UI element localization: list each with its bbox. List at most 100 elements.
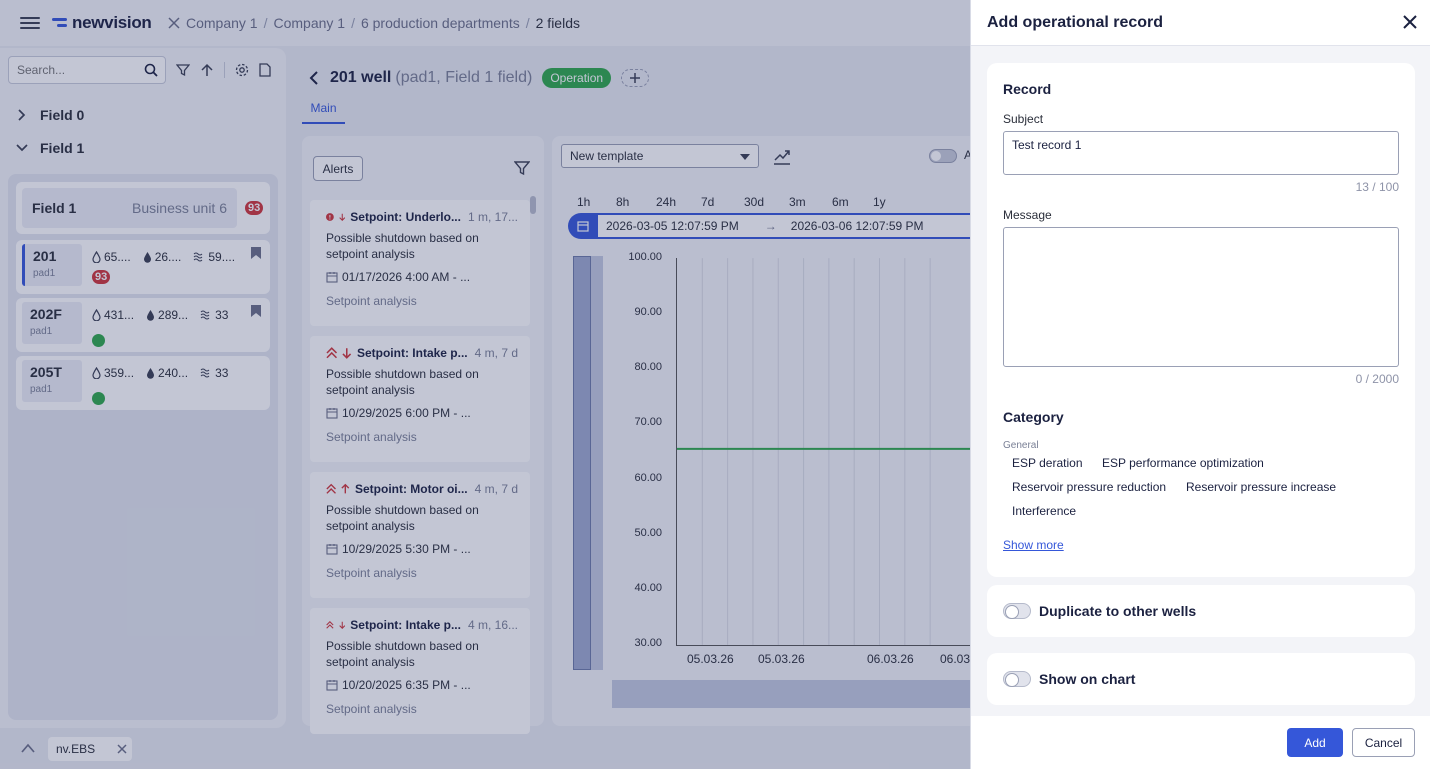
settings-icon[interactable] bbox=[235, 63, 249, 77]
y-tick-label: 90.00 bbox=[634, 306, 662, 319]
alert-card[interactable]: Setpoint: Intake p... 4 m, 7 d Possible … bbox=[310, 336, 530, 462]
message-textarea[interactable] bbox=[1003, 227, 1399, 367]
period-30d[interactable]: 30d bbox=[744, 195, 789, 209]
business-unit-label: Business unit 6 bbox=[132, 200, 227, 216]
breadcrumb-item[interactable]: 6 production departments bbox=[361, 15, 520, 31]
drop-filled-icon bbox=[143, 252, 151, 263]
tree-item-field-0[interactable]: Field 0 bbox=[14, 107, 84, 123]
cancel-button[interactable]: Cancel bbox=[1352, 728, 1415, 757]
y-tick-label: 40.00 bbox=[634, 581, 662, 594]
alert-card[interactable]: Setpoint: Underlo... 1 m, 17... Possible… bbox=[310, 200, 530, 326]
period-6m[interactable]: 6m bbox=[832, 195, 873, 209]
status-dot bbox=[92, 392, 105, 405]
close-icon[interactable] bbox=[168, 17, 180, 29]
field-header: Field 1 Business unit 6 bbox=[22, 188, 237, 228]
metric-liquid: 431... bbox=[104, 308, 135, 322]
category-chip[interactable]: ESP performance optimization bbox=[1102, 456, 1264, 470]
close-icon[interactable] bbox=[1403, 15, 1417, 29]
breadcrumb-item[interactable]: Company 1 bbox=[186, 15, 258, 31]
subject-input[interactable]: Test record 1 bbox=[1003, 131, 1399, 175]
show-on-chart-toggle[interactable] bbox=[1003, 671, 1031, 687]
well-card[interactable]: 201 pad1 65.... 26.... 59.... 93 bbox=[16, 240, 270, 294]
bookmark-icon[interactable] bbox=[250, 304, 262, 318]
subject-label: Subject bbox=[1003, 112, 1044, 126]
document-icon[interactable] bbox=[259, 63, 271, 77]
alert-time: 4 m, 7 d bbox=[474, 346, 518, 360]
tab-main[interactable]: Main bbox=[302, 98, 345, 124]
chart-toggle[interactable] bbox=[929, 149, 957, 163]
gas-flow-icon bbox=[200, 368, 210, 378]
show-more-link[interactable]: Show more bbox=[1003, 538, 1064, 552]
chart-plot-area[interactable] bbox=[676, 258, 972, 646]
add-tag-button[interactable] bbox=[621, 69, 650, 87]
template-select[interactable]: New template bbox=[561, 144, 759, 168]
period-7d[interactable]: 7d bbox=[701, 195, 744, 209]
well-title: 201 well bbox=[330, 69, 392, 86]
logo[interactable]: newvision bbox=[52, 12, 152, 34]
well-card[interactable]: 205T pad1 359... 240... 33 bbox=[16, 356, 270, 410]
well-card[interactable]: 202F pad1 431... 289... 33 bbox=[16, 298, 270, 352]
message-counter: 0 / 2000 bbox=[1355, 372, 1399, 386]
calendar-icon bbox=[326, 680, 338, 691]
well-name: 202F bbox=[30, 306, 62, 322]
bottom-tab[interactable]: nv.EBS bbox=[48, 737, 132, 761]
message-label: Message bbox=[1003, 208, 1052, 222]
field-title: Field 1 bbox=[32, 200, 77, 216]
chevron-up-icon[interactable] bbox=[20, 742, 36, 754]
add-button[interactable]: Add bbox=[1287, 728, 1343, 757]
horizontal-zoom-slider[interactable] bbox=[612, 680, 970, 708]
category-chip[interactable]: Reservoir pressure reduction bbox=[1012, 480, 1166, 494]
caret-down-icon bbox=[740, 154, 750, 160]
arrow-up-icon[interactable] bbox=[200, 63, 214, 77]
slider-handle[interactable] bbox=[573, 256, 591, 670]
close-icon[interactable] bbox=[117, 744, 127, 754]
breadcrumb-item[interactable]: Company 1 bbox=[273, 15, 345, 31]
x-tick-label: 05.03.26 bbox=[758, 652, 805, 666]
date-range-input[interactable]: 2026-03-05 12:07:59 PM → 2026-03-06 12:0… bbox=[598, 215, 970, 237]
pad-label: pad1 bbox=[33, 268, 56, 279]
search-icon[interactable] bbox=[144, 63, 158, 77]
calendar-icon[interactable] bbox=[577, 220, 589, 232]
alert-time: 1 m, 17... bbox=[467, 210, 518, 224]
metric-liquid: 359... bbox=[104, 366, 135, 380]
well-alert-badge: 93 bbox=[92, 270, 111, 284]
alert-source: Setpoint analysis bbox=[326, 566, 417, 580]
vertical-zoom-slider[interactable] bbox=[573, 256, 603, 670]
pad-label: pad1 bbox=[30, 326, 53, 337]
drop-filled-icon bbox=[147, 368, 155, 379]
drop-outline-icon bbox=[92, 367, 101, 379]
arrow-down-icon bbox=[339, 621, 346, 629]
category-chip[interactable]: ESP deration bbox=[1012, 456, 1083, 470]
record-section: Record Subject Test record 1 13 / 100 Me… bbox=[987, 63, 1415, 577]
alerts-scrollbar[interactable] bbox=[530, 196, 536, 214]
x-tick-label: 05.03.26 bbox=[687, 652, 734, 666]
category-chip[interactable]: Reservoir pressure increase bbox=[1186, 480, 1336, 494]
status-badge[interactable]: Operation bbox=[542, 68, 612, 88]
filter-icon[interactable] bbox=[514, 160, 530, 176]
alert-title: Setpoint: Intake p... bbox=[356, 346, 468, 360]
period-3m[interactable]: 3m bbox=[789, 195, 832, 209]
search-input[interactable] bbox=[9, 57, 139, 83]
duplicate-label: Duplicate to other wells bbox=[1039, 603, 1197, 619]
alert-date: 10/29/2025 5:30 PM - ... bbox=[342, 542, 471, 556]
hamburger-menu-icon[interactable] bbox=[20, 14, 40, 32]
period-1y[interactable]: 1y bbox=[873, 195, 886, 209]
duplicate-toggle[interactable] bbox=[1003, 603, 1031, 619]
category-chip[interactable]: Interference bbox=[1012, 504, 1076, 518]
bookmark-icon[interactable] bbox=[250, 246, 262, 260]
alerts-button[interactable]: Alerts bbox=[313, 156, 363, 181]
trend-chart-icon[interactable] bbox=[773, 147, 791, 165]
alert-card[interactable]: Setpoint: Motor oi... 4 m, 7 d Possible … bbox=[310, 472, 530, 598]
alert-card[interactable]: Setpoint: Intake p... 4 m, 16... Possibl… bbox=[310, 608, 530, 734]
well-name-box: 202F pad1 bbox=[22, 302, 82, 344]
category-group-label: General bbox=[1003, 440, 1039, 451]
well-name: 201 bbox=[33, 248, 57, 264]
tree-item-field-1[interactable]: Field 1 bbox=[14, 140, 84, 156]
breadcrumb-current: 2 fields bbox=[535, 15, 580, 31]
back-arrow-icon[interactable] bbox=[308, 70, 320, 86]
filter-icon[interactable] bbox=[176, 63, 190, 77]
alert-time: 4 m, 16... bbox=[467, 618, 518, 632]
period-1h[interactable]: 1h bbox=[577, 195, 616, 209]
period-24h[interactable]: 24h bbox=[656, 195, 701, 209]
period-8h[interactable]: 8h bbox=[616, 195, 656, 209]
